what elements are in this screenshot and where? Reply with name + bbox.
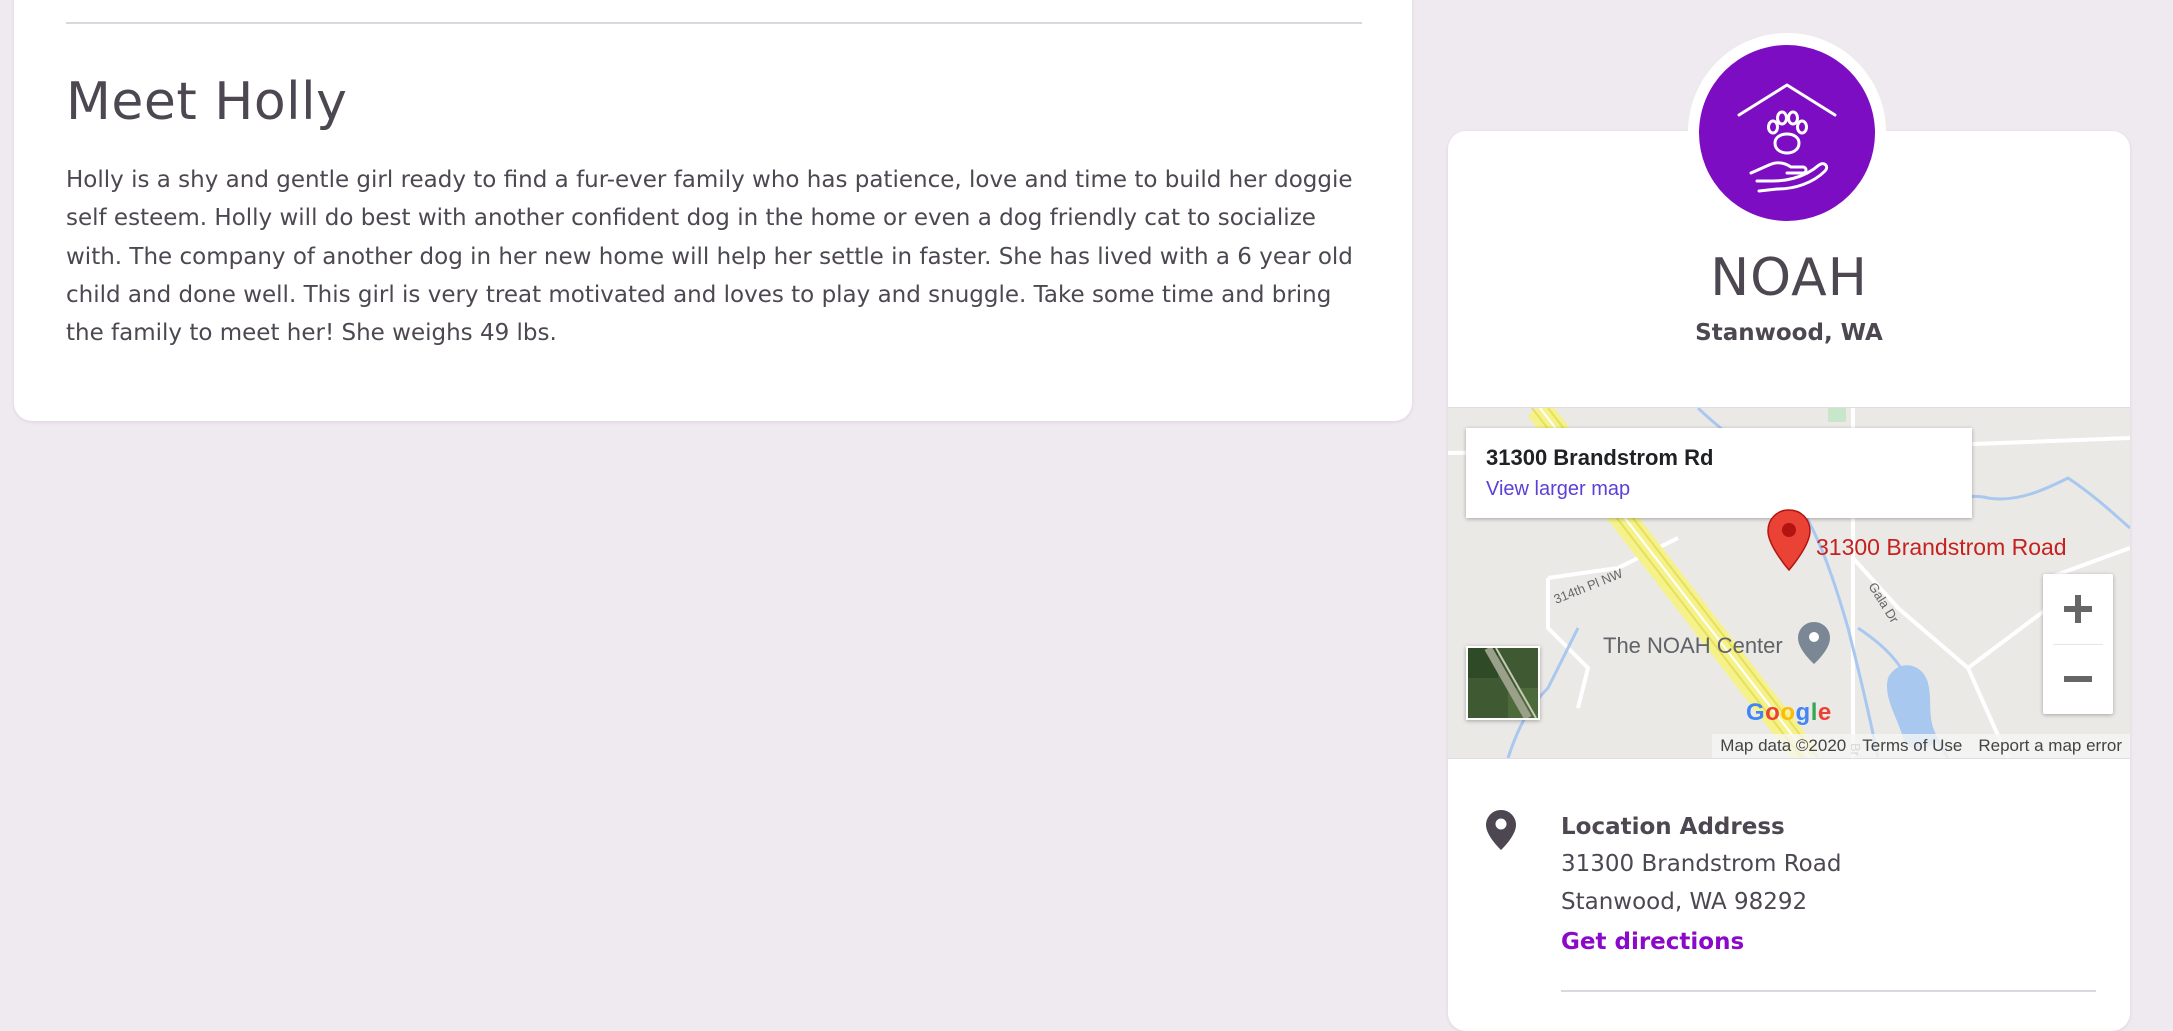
map-data-credit: Map data ©2020 [1720,736,1847,755]
section-divider [66,22,1362,24]
paw-house-hand-icon[interactable] [1699,45,1875,221]
plus-icon [2064,595,2092,623]
zoom-out-button[interactable] [2043,644,2113,714]
get-directions-link[interactable]: Get directions [1561,929,1744,955]
pet-description: Holly is a shy and gentle girl ready to … [66,167,1353,347]
organization-location: Stanwood, WA [1695,320,1883,346]
map-marker-icon[interactable] [1766,508,1812,572]
report-map-error-link[interactable]: Report a map error [1970,736,2130,756]
section-divider [1561,990,2096,992]
google-logo: Google [1746,699,1832,726]
zoom-in-button[interactable] [2043,574,2113,644]
zoom-control [2043,574,2113,714]
satellite-view-toggle[interactable] [1466,646,1540,720]
pet-heading: Meet Holly [66,72,348,132]
map-poi-label[interactable]: The NOAH Center [1603,633,1783,659]
organization-name[interactable]: NOAH [1448,248,2130,308]
minus-icon [2064,676,2092,682]
location-pin-icon [1486,810,1516,850]
street-label: Gala Dr [1865,580,1902,627]
poi-pin-icon[interactable] [1796,620,1832,666]
map-footer: Map data ©2020 Terms of Use Report a map… [1712,734,2130,758]
address-city: Stanwood, WA 98292 [1561,889,1808,915]
address-street: 31300 Brandstrom Road [1561,851,1842,877]
view-larger-map-link[interactable]: View larger map [1486,478,1630,501]
map-marker-label: 31300 Brandstrom Road [1816,534,2067,560]
location-map[interactable]: 314th Pl NW Gala Dr Br 31300 Brandstrom … [1448,407,2130,759]
map-info-address: 31300 Brandstrom Rd [1486,445,1714,470]
terms-of-use-link[interactable]: Terms of Use [1854,736,1970,756]
location-address-title: Location Address [1561,814,1785,840]
map-info-window: 31300 Brandstrom Rd View larger map [1466,428,1972,518]
